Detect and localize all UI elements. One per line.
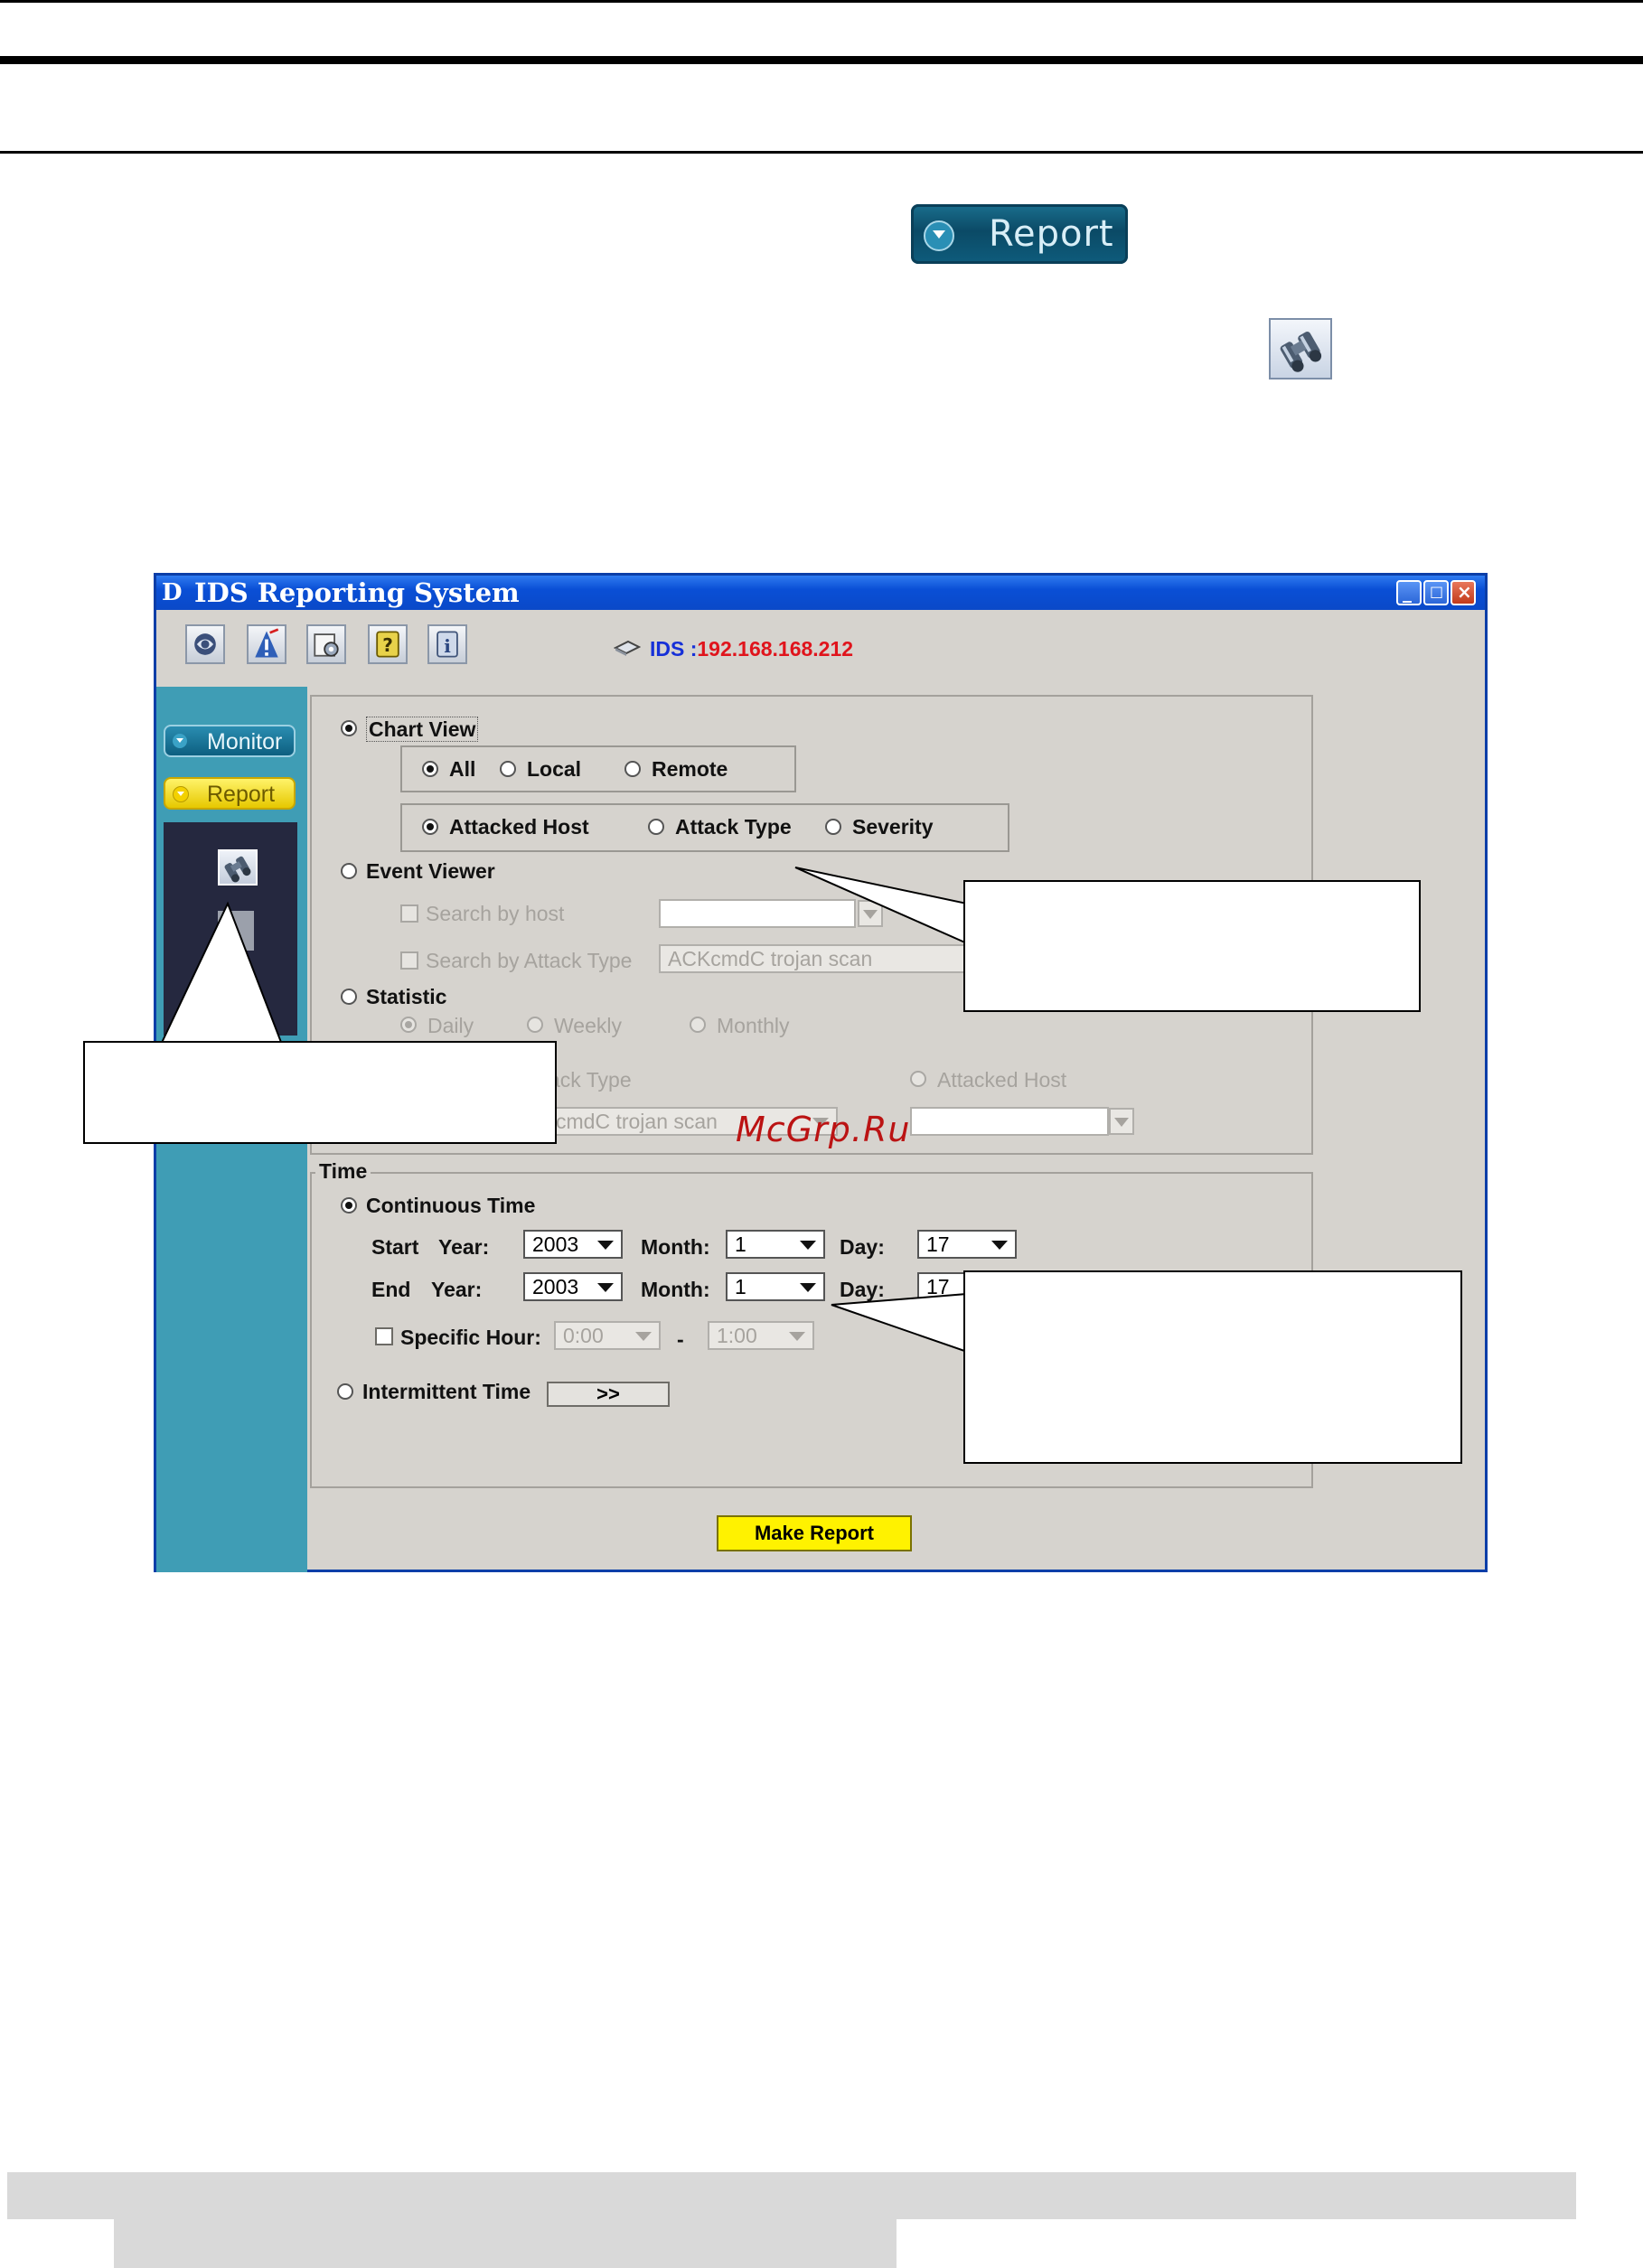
watermark: McGrp.Ru bbox=[736, 1110, 911, 1149]
event-viewer-callout bbox=[963, 880, 1421, 1012]
report-tool-callout bbox=[83, 1041, 557, 1144]
time-callout bbox=[963, 1270, 1462, 1464]
footer-band-lower bbox=[114, 2219, 897, 2268]
footer-band bbox=[7, 2172, 1576, 2219]
